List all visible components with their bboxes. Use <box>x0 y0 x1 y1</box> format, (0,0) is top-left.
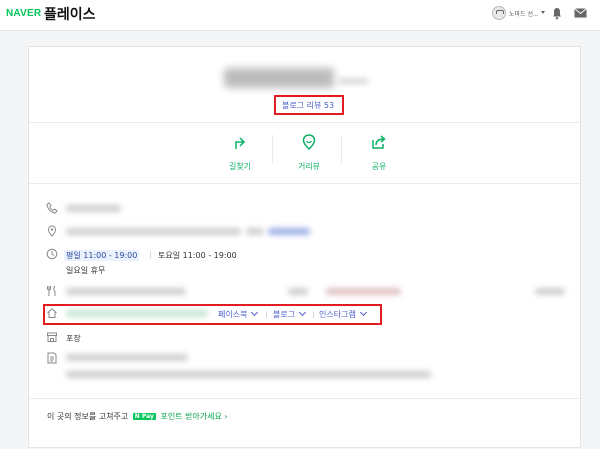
chevron-down-icon <box>251 308 259 317</box>
description-blurred <box>66 354 188 361</box>
promo-text: 이 곳의 정보를 고쳐주고 <box>47 412 129 421</box>
phone-number-blurred <box>66 205 121 212</box>
action-label: 거리뷰 <box>297 162 321 171</box>
menu-icon <box>47 285 56 296</box>
avatar[interactable] <box>492 6 506 20</box>
action-label: 길찾기 <box>228 162 252 171</box>
address-blurred <box>66 228 241 235</box>
divider <box>29 398 580 399</box>
page-title[interactable]: 플레이스 <box>44 4 96 24</box>
chevron-down-icon <box>359 308 367 317</box>
menu-item-blurred <box>535 288 565 295</box>
info-edit-promo: 이 곳의 정보를 고쳐주고 N Pay 포인트 받아가세요 › <box>47 411 228 422</box>
divider <box>313 311 314 318</box>
share-icon <box>372 135 386 149</box>
description-blurred <box>66 371 431 378</box>
naver-logo[interactable]: NAVER <box>6 8 41 19</box>
store-icon <box>47 332 57 342</box>
directions-icon <box>235 137 246 149</box>
divider <box>29 122 580 123</box>
map-link-blurred <box>268 228 310 235</box>
mail-icon[interactable] <box>574 8 587 18</box>
divider <box>341 135 342 163</box>
npay-badge: N Pay <box>132 413 156 420</box>
instagram-link[interactable]: 인스타그램 <box>319 308 367 320</box>
homepage-url-blurred <box>66 310 208 317</box>
location-pin-icon <box>302 134 316 150</box>
clock-icon <box>46 248 58 260</box>
divider <box>150 251 151 259</box>
divider <box>266 311 267 318</box>
description-icon <box>47 352 57 364</box>
menu-item-blurred <box>326 288 401 295</box>
place-name-blurred <box>224 68 334 88</box>
user-name[interactable]: 노마드 선... <box>509 9 539 18</box>
home-icon <box>47 308 57 318</box>
chevron-down-icon[interactable] <box>541 11 545 14</box>
service-option: 포장 <box>66 334 81 343</box>
street-view-button[interactable]: 거리뷰 <box>284 130 334 171</box>
top-navigation-bar: NAVER 플레이스 노마드 선... <box>0 0 600 31</box>
divider <box>29 183 580 184</box>
share-button[interactable]: 공유 <box>354 130 404 171</box>
phone-icon <box>46 202 58 214</box>
address-blurred <box>246 228 264 235</box>
address-pin-icon <box>47 225 57 237</box>
menu-item-blurred <box>288 288 308 295</box>
sunday-hours: 일요일 휴무 <box>66 266 106 275</box>
bell-icon[interactable] <box>552 7 562 20</box>
menu-item-blurred <box>66 288 186 295</box>
blog-review-link[interactable]: 블로그 리뷰 53 <box>282 100 334 111</box>
blog-link[interactable]: 블로그 <box>273 308 307 320</box>
chevron-down-icon <box>299 308 307 317</box>
divider <box>272 135 273 163</box>
action-label: 공유 <box>371 162 387 171</box>
saturday-hours: 토요일 11:00 - 19:00 <box>158 251 237 260</box>
place-category-blurred <box>338 78 368 84</box>
weekday-hours: 평일 11:00 - 19:00 <box>64 250 140 261</box>
directions-button[interactable]: 길찾기 <box>215 130 265 171</box>
earn-points-link[interactable]: 포인트 받아가세요 › <box>160 412 227 421</box>
facebook-link[interactable]: 페이스북 <box>218 308 259 320</box>
